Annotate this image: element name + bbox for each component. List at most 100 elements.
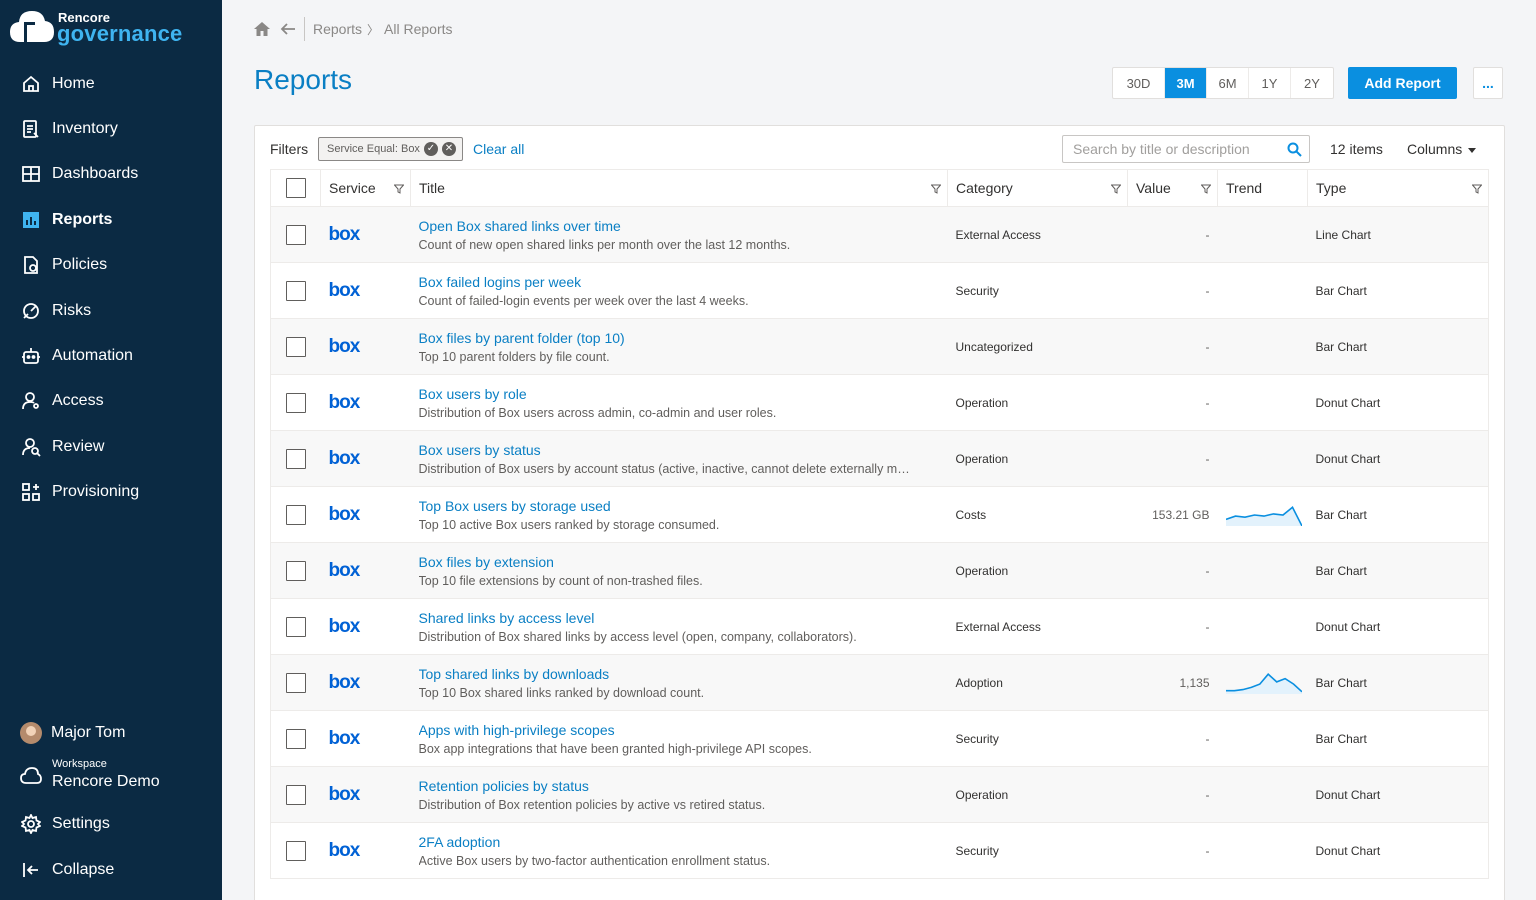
sidebar-nav: Home Inventory Dashboards Reports Polici… — [0, 61, 222, 515]
home-icon[interactable] — [253, 21, 271, 37]
row-checkbox[interactable] — [285, 336, 306, 357]
user-profile[interactable]: Major Tom — [20, 722, 125, 744]
report-title-link[interactable]: Box files by extension — [419, 554, 948, 570]
collapse-button[interactable]: Collapse — [21, 860, 114, 880]
chevron-right-icon: 〉 — [367, 22, 380, 37]
filter-icon[interactable] — [1111, 184, 1121, 194]
rencore-logo[interactable]: Rencore governance — [10, 6, 210, 46]
table-row[interactable]: box Shared links by access level Distribut… — [270, 598, 1489, 655]
column-header-value[interactable]: Value — [1127, 169, 1218, 207]
table-row[interactable]: box Box files by parent folder (top 10) To… — [270, 318, 1489, 375]
filter-icon[interactable] — [931, 184, 941, 194]
report-title-link[interactable]: Shared links by access level — [419, 610, 948, 626]
report-title-link[interactable]: Box users by role — [419, 386, 948, 402]
title-cell: Top shared links by downloads Top 10 Box … — [410, 654, 948, 711]
table-row[interactable]: box Box files by extension Top 10 file ext… — [270, 542, 1489, 599]
search-icon[interactable] — [1287, 142, 1302, 157]
range-30d[interactable]: 30D — [1113, 68, 1165, 98]
check-icon[interactable]: ✓ — [423, 142, 438, 156]
range-1y[interactable]: 1Y — [1249, 68, 1291, 98]
value-cell: - — [1127, 430, 1218, 487]
logo-product-name: governance — [57, 21, 183, 46]
title-cell: Shared links by access level Distribution… — [410, 598, 948, 655]
row-checkbox[interactable] — [285, 728, 306, 749]
range-6m[interactable]: 6M — [1207, 68, 1249, 98]
sidebar-item-dashboards[interactable]: Dashboards — [0, 152, 222, 197]
select-all-checkbox[interactable] — [285, 178, 306, 198]
range-2y[interactable]: 2Y — [1291, 68, 1333, 98]
column-header-type[interactable]: Type — [1307, 169, 1489, 207]
report-title-link[interactable]: Box files by parent folder (top 10) — [419, 330, 948, 346]
table-row[interactable]: box Top Box users by storage used Top 10 a… — [270, 486, 1489, 543]
value-cell: - — [1127, 710, 1218, 767]
box-logo-icon: box — [328, 279, 361, 301]
row-checkbox[interactable] — [285, 840, 306, 861]
row-checkbox[interactable] — [285, 280, 306, 301]
table-row[interactable]: box Box users by status Distribution of Bo… — [270, 430, 1489, 487]
sidebar-item-label: Reports — [52, 210, 113, 228]
workspace-switcher[interactable]: Workspace Rencore Demo — [20, 758, 220, 794]
columns-dropdown[interactable]: Columns — [1407, 141, 1477, 157]
type-cell: Bar Chart — [1307, 654, 1489, 711]
column-header-service[interactable]: Service — [320, 169, 411, 207]
report-description: Distribution of Box shared links by acce… — [418, 629, 857, 644]
row-checkbox[interactable] — [285, 504, 306, 525]
filter-icon[interactable] — [1472, 184, 1482, 194]
breadcrumb-parent[interactable]: Reports — [313, 21, 362, 37]
search-input[interactable] — [1063, 136, 1283, 162]
back-arrow-icon[interactable] — [280, 21, 296, 37]
close-icon[interactable]: ✕ — [441, 142, 456, 156]
row-checkbox[interactable] — [285, 616, 306, 637]
table-row[interactable]: box Open Box shared links over time Count … — [270, 206, 1489, 263]
table-row[interactable]: box Box failed logins per week Count of fa… — [270, 262, 1489, 319]
table-row[interactable]: box Retention policies by status Distribut… — [270, 766, 1489, 823]
report-title-link[interactable]: Box users by status — [419, 442, 948, 458]
report-title-link[interactable]: Box failed logins per week — [419, 274, 948, 290]
table-row[interactable]: box 2FA adoption Active Box users by two-f… — [270, 822, 1489, 879]
settings-button[interactable]: Settings — [21, 814, 110, 834]
trend-cell — [1217, 598, 1308, 655]
table-row[interactable]: box Apps with high-privilege scopes Box ap… — [270, 710, 1489, 767]
select-cell — [270, 710, 321, 767]
filter-chip[interactable]: Service Equal: Box ✓ ✕ — [318, 137, 463, 161]
column-header-category[interactable]: Category — [947, 169, 1128, 207]
sidebar-item-reports[interactable]: Reports — [0, 197, 222, 242]
report-title-link[interactable]: Apps with high-privilege scopes — [419, 722, 948, 738]
filter-icon[interactable] — [1201, 184, 1211, 194]
sidebar-item-risks[interactable]: Risks — [0, 288, 222, 333]
report-title-link[interactable]: Open Box shared links over time — [419, 218, 948, 234]
reports-icon — [21, 210, 41, 230]
title-cell: Box files by parent folder (top 10) Top 1… — [410, 318, 948, 375]
sidebar-item-access[interactable]: Access — [0, 379, 222, 424]
row-checkbox[interactable] — [285, 784, 306, 805]
more-options-button[interactable]: ... — [1473, 67, 1503, 99]
title-cell: Open Box shared links over time Count of … — [410, 206, 948, 263]
table-row[interactable]: box Top shared links by downloads Top 10 B… — [270, 654, 1489, 711]
report-description: Active Box users by two-factor authentic… — [418, 853, 771, 868]
sidebar-item-automation[interactable]: Automation — [0, 333, 222, 378]
report-title-link[interactable]: Top Box users by storage used — [419, 498, 948, 514]
sidebar-item-provisioning[interactable]: Provisioning — [0, 470, 222, 515]
report-title-link[interactable]: Retention policies by status — [419, 778, 948, 794]
sidebar-item-home[interactable]: Home — [0, 61, 222, 106]
row-checkbox[interactable] — [285, 560, 306, 581]
policies-icon — [21, 255, 41, 275]
report-title-link[interactable]: Top shared links by downloads — [419, 666, 948, 682]
breadcrumb-current: All Reports — [384, 21, 453, 37]
range-3m[interactable]: 3M — [1165, 68, 1207, 98]
row-checkbox[interactable] — [285, 392, 306, 413]
row-checkbox[interactable] — [285, 448, 306, 469]
sidebar-item-review[interactable]: Review — [0, 424, 222, 469]
add-report-button[interactable]: Add Report — [1348, 67, 1457, 99]
trend-cell — [1217, 822, 1308, 879]
filter-icon[interactable] — [394, 184, 404, 194]
report-title-link[interactable]: 2FA adoption — [419, 834, 948, 850]
clear-all-link[interactable]: Clear all — [473, 141, 524, 157]
sidebar-item-policies[interactable]: Policies — [0, 243, 222, 288]
sidebar-item-inventory[interactable]: Inventory — [0, 106, 222, 151]
row-checkbox[interactable] — [285, 224, 306, 245]
column-header-title[interactable]: Title — [410, 169, 948, 207]
row-checkbox[interactable] — [285, 672, 306, 693]
table-row[interactable]: box Box users by role Distribution of Box … — [270, 374, 1489, 431]
title-cell: Retention policies by status Distribution… — [410, 766, 948, 823]
